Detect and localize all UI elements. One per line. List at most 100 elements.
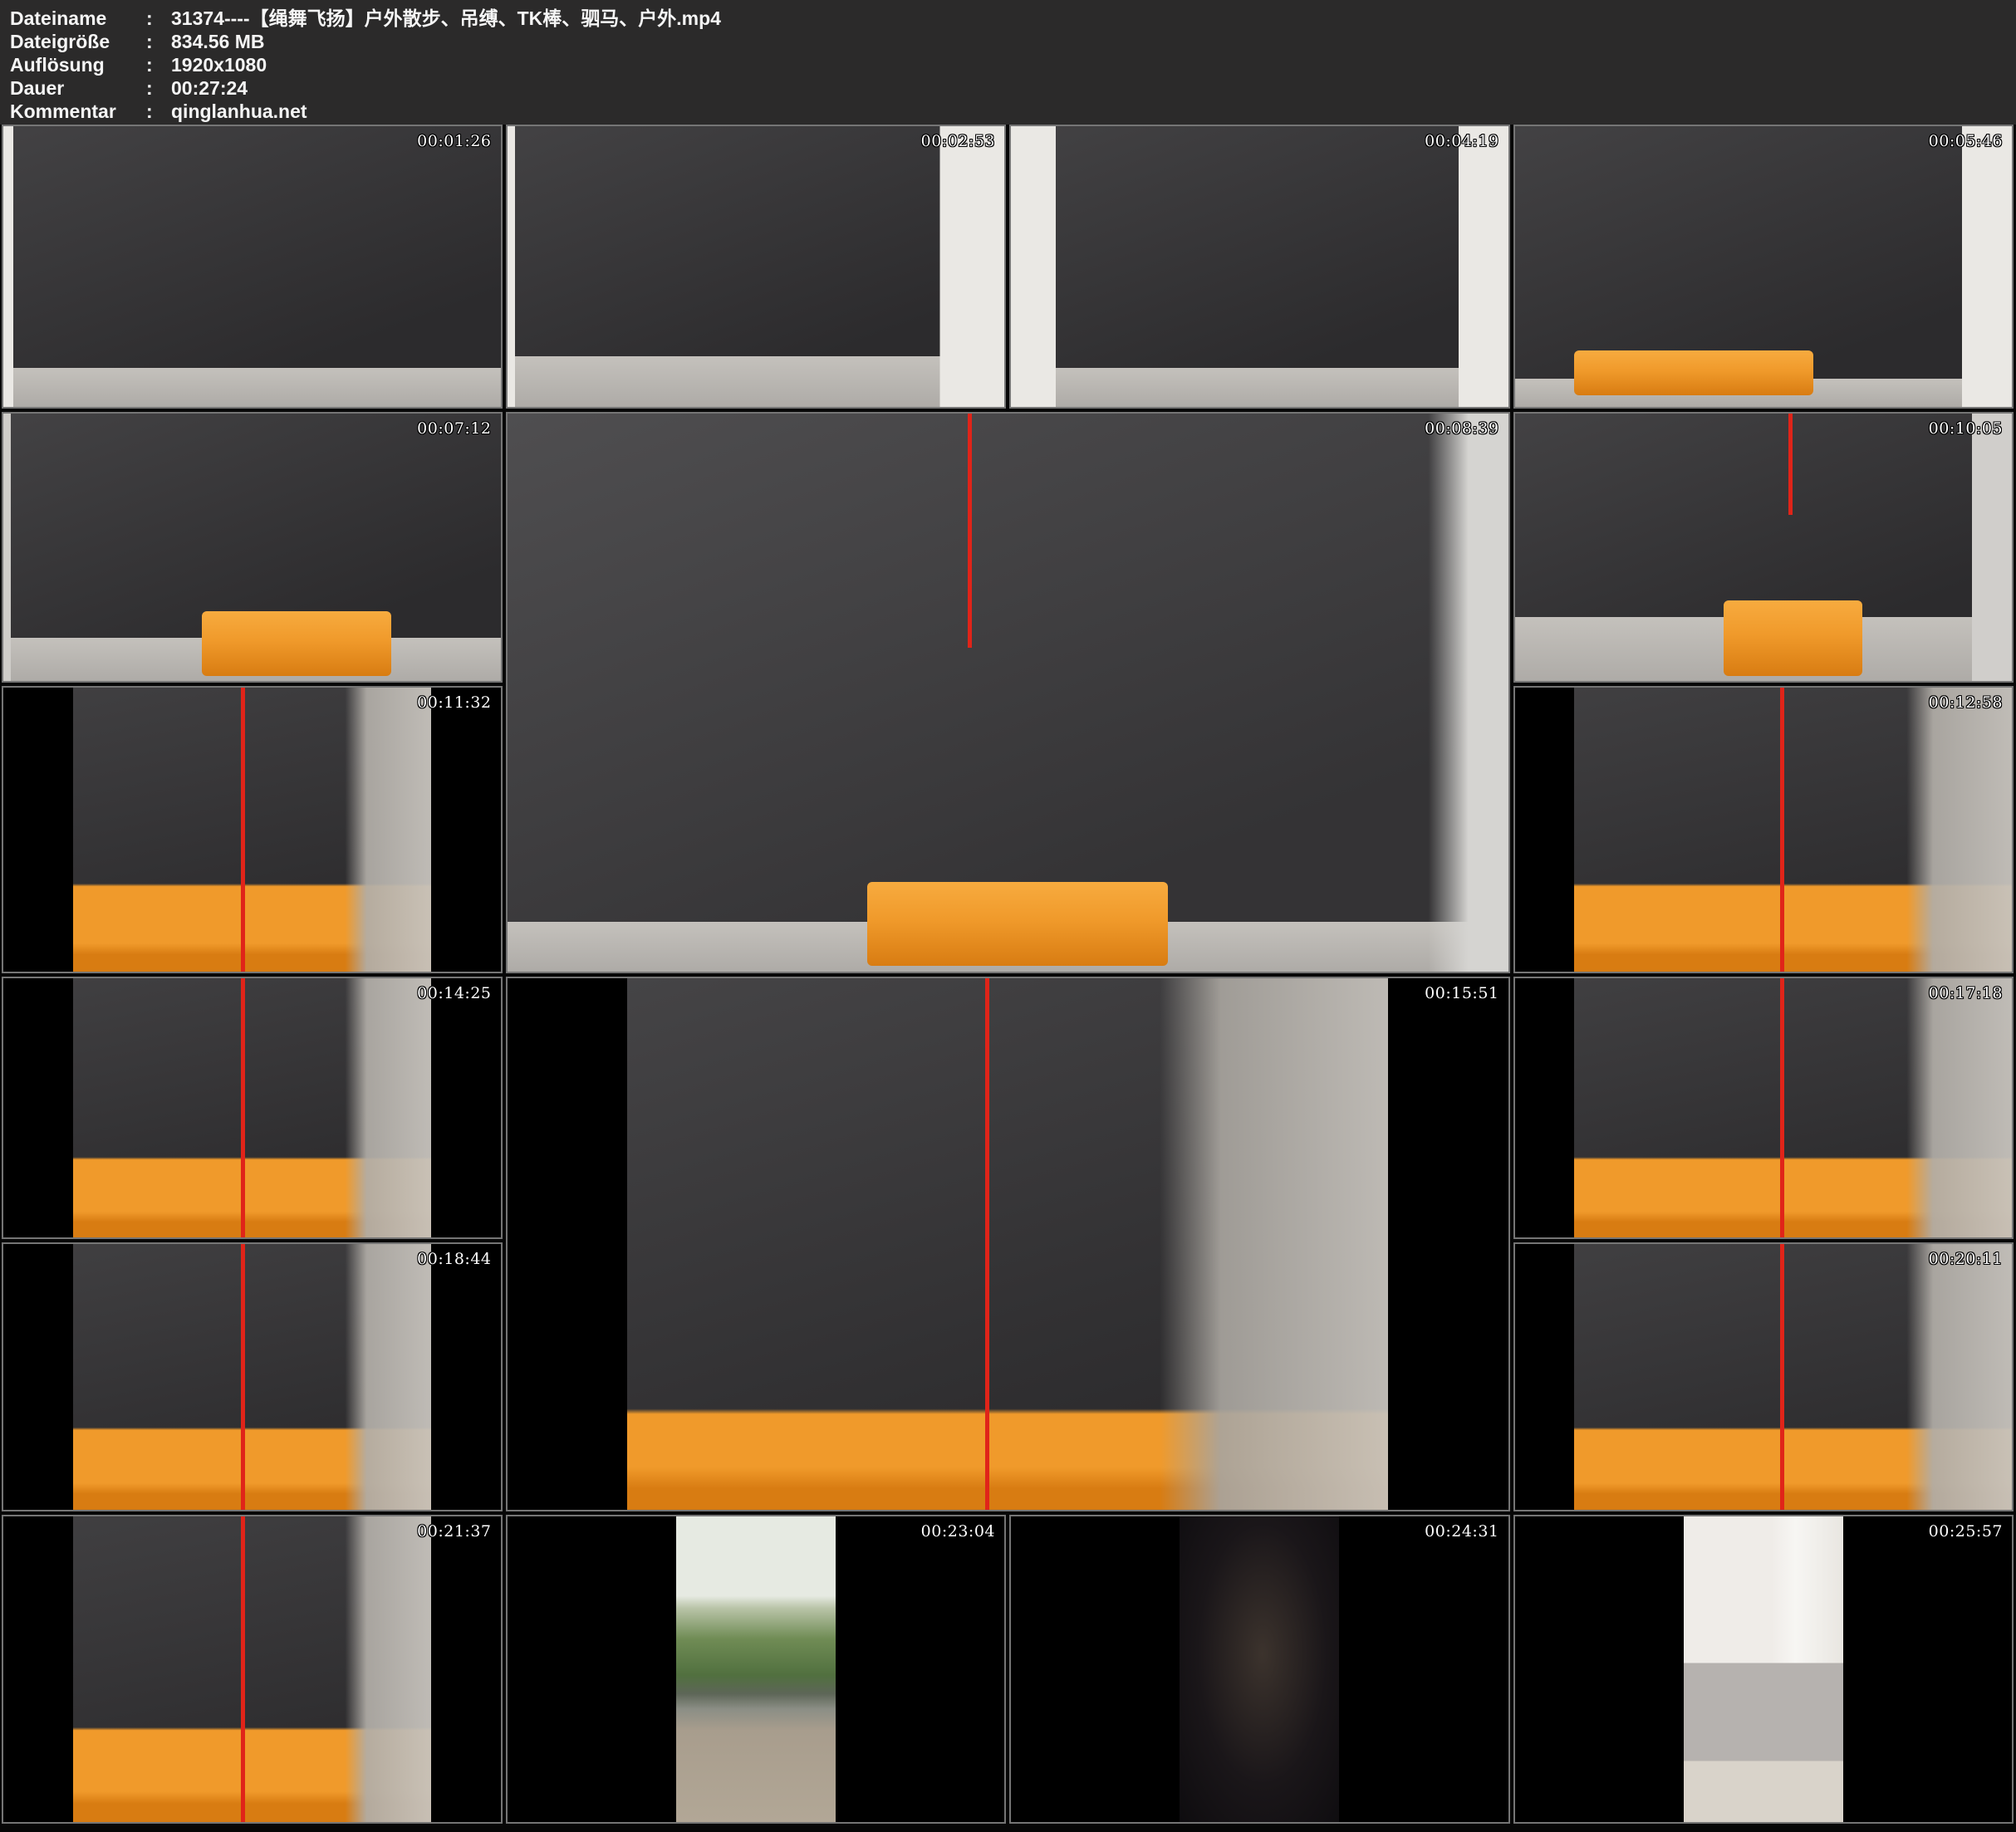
video-thumbnail: 00:04:19	[1009, 125, 1510, 409]
pillarbox-frame	[73, 978, 431, 1237]
filename-label: Dateiname	[10, 7, 146, 30]
video-thumbnail: 00:10:05	[1513, 412, 2014, 683]
pillarbox-frame	[1574, 688, 2012, 972]
thumbnail-image	[1011, 126, 1508, 407]
pillarbox-frame	[627, 978, 1388, 1510]
pillarbox-frame	[1574, 978, 2012, 1237]
timestamp-overlay: 00:17:18	[1929, 984, 2003, 1002]
timestamp-overlay: 00:07:12	[417, 419, 491, 438]
video-thumbnail: 00:17:18	[1513, 977, 2014, 1239]
rope-shape	[985, 978, 989, 1510]
thumbnail-image	[73, 978, 431, 1237]
timestamp-overlay: 00:24:31	[1425, 1522, 1499, 1541]
thumbnail-image	[73, 1516, 431, 1822]
thumbnail-image	[1574, 978, 2012, 1237]
rope-shape	[241, 1244, 245, 1510]
thumbnail-grid: 00:01:26 00:02:53 00:04:19 00:05:46 00:0…	[2, 125, 2014, 1824]
video-thumbnail: 00:05:46	[1513, 125, 2014, 409]
resolution-label: Auflösung	[10, 53, 146, 76]
thumbnail-image	[1515, 414, 2013, 681]
video-thumbnail: 00:07:12	[2, 412, 503, 683]
rope-shape	[1780, 1244, 1784, 1510]
duration-label: Dauer	[10, 76, 146, 100]
rope-shape	[1780, 688, 1784, 972]
thumbnail-image	[676, 1516, 836, 1822]
timestamp-overlay: 00:11:32	[417, 693, 491, 712]
video-thumbnail: 00:23:04	[506, 1515, 1007, 1824]
comment-value: qinglanhua.net	[171, 100, 307, 122]
rope-shape	[968, 414, 972, 648]
video-thumbnail: 00:25:57	[1513, 1515, 2014, 1824]
metadata-row-filename: Dateiname:31374----【绳舞飞扬】户外散步、吊缚、TK棒、驷马、…	[10, 7, 2016, 30]
bench-shape	[1724, 600, 1863, 675]
rope-shape	[1788, 414, 1793, 515]
video-thumbnail: 00:01:26	[2, 125, 503, 409]
rope-shape	[241, 1516, 245, 1822]
timestamp-overlay: 00:21:37	[417, 1522, 491, 1541]
thumbnail-image	[3, 414, 501, 681]
separator: :	[146, 7, 171, 30]
thumbnail-image	[3, 126, 501, 407]
video-contact-sheet: { "header": { "separator": ":", "rows": …	[0, 0, 2016, 1832]
timestamp-overlay: 00:14:25	[417, 984, 491, 1002]
rope-shape	[241, 688, 245, 972]
thumbnail-image	[1180, 1516, 1339, 1822]
pillarbox-frame	[676, 1516, 836, 1822]
video-thumbnail: 00:24:31	[1009, 1515, 1510, 1824]
thumbnail-image	[1574, 688, 2012, 972]
timestamp-overlay: 00:02:53	[921, 132, 995, 150]
bench-shape	[202, 611, 390, 675]
video-thumbnail-large: 00:08:39	[506, 412, 1510, 973]
timestamp-overlay: 00:10:05	[1929, 419, 2003, 438]
filename-value: 31374----【绳舞飞扬】户外散步、吊缚、TK棒、驷马、户外.mp4	[171, 7, 721, 29]
video-thumbnail: 00:18:44	[2, 1242, 503, 1511]
timestamp-overlay: 00:12:58	[1929, 693, 2003, 712]
video-thumbnail-large: 00:15:51	[506, 977, 1510, 1511]
metadata-row-comment: Kommentar:qinglanhua.net	[10, 100, 2016, 123]
bench-shape	[867, 882, 1168, 966]
video-thumbnail: 00:21:37	[2, 1515, 503, 1824]
pillarbox-frame	[73, 1244, 431, 1510]
comment-label: Kommentar	[10, 100, 146, 123]
separator: :	[146, 30, 171, 53]
timestamp-overlay: 00:04:19	[1425, 132, 1499, 150]
rope-shape	[241, 978, 245, 1237]
thumbnail-image	[508, 126, 1005, 407]
metadata-row-filesize: Dateigröße:834.56 MB	[10, 30, 2016, 53]
thumbnail-image	[627, 978, 1388, 1510]
filesize-label: Dateigröße	[10, 30, 146, 53]
thumbnail-image	[73, 1244, 431, 1510]
bench-shape	[1574, 350, 1812, 395]
video-thumbnail: 00:14:25	[2, 977, 503, 1239]
thumbnail-image	[1574, 1244, 2012, 1510]
timestamp-overlay: 00:15:51	[1425, 984, 1499, 1002]
video-thumbnail: 00:11:32	[2, 686, 503, 973]
thumbnail-image	[73, 688, 431, 972]
pillarbox-frame	[73, 1516, 431, 1822]
metadata-header: Dateiname:31374----【绳舞飞扬】户外散步、吊缚、TK棒、驷马、…	[0, 0, 2016, 125]
thumbnail-image	[1515, 126, 2013, 407]
resolution-value: 1920x1080	[171, 54, 267, 76]
duration-value: 00:27:24	[171, 77, 248, 99]
separator: :	[146, 100, 171, 123]
timestamp-overlay: 00:05:46	[1929, 132, 2003, 150]
timestamp-overlay: 00:25:57	[1929, 1522, 2003, 1541]
separator: :	[146, 53, 171, 76]
video-thumbnail: 00:12:58	[1513, 686, 2014, 973]
pillarbox-frame	[1180, 1516, 1339, 1822]
thumbnail-image	[508, 414, 1508, 972]
thumbnail-image	[1684, 1516, 1843, 1822]
timestamp-overlay: 00:20:11	[1929, 1250, 2003, 1268]
timestamp-overlay: 00:01:26	[417, 132, 491, 150]
timestamp-overlay: 00:23:04	[921, 1522, 995, 1541]
filesize-value: 834.56 MB	[171, 31, 265, 52]
video-thumbnail: 00:20:11	[1513, 1242, 2014, 1511]
rope-shape	[1780, 978, 1784, 1237]
pillarbox-frame	[73, 688, 431, 972]
pillarbox-frame	[1684, 1516, 1843, 1822]
metadata-row-duration: Dauer:00:27:24	[10, 76, 2016, 100]
timestamp-overlay: 00:08:39	[1425, 419, 1499, 438]
metadata-row-resolution: Auflösung:1920x1080	[10, 53, 2016, 76]
timestamp-overlay: 00:18:44	[417, 1250, 491, 1268]
video-thumbnail: 00:02:53	[506, 125, 1007, 409]
